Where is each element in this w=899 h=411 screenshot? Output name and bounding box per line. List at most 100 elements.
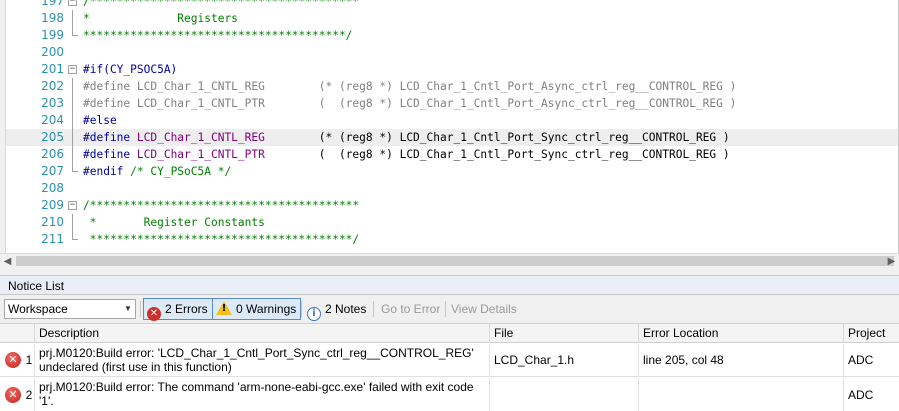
notes-filter-button[interactable]: i 2 Notes [303, 298, 371, 321]
error-icon: ✕ [5, 352, 21, 368]
fold-collapse-icon[interactable]: − [68, 65, 77, 74]
errors-filter-button[interactable]: ✕ 2 Errors [143, 298, 213, 321]
code-line[interactable]: 199 *************************************… [6, 27, 898, 44]
line-number: 205 [41, 130, 64, 144]
warnings-filter-label: 0 Warnings [236, 302, 297, 316]
error-icon: ✕ [5, 387, 21, 403]
project-cell[interactable]: ADC [843, 344, 899, 376]
code-text: ***************************************/ [83, 231, 359, 248]
scroll-left-icon[interactable]: ◀ [0, 254, 15, 269]
warning-icon: ! [216, 301, 232, 315]
file-cell[interactable] [489, 378, 638, 411]
code-token: /***************************************… [83, 199, 360, 212]
table-row[interactable]: ✕ 2 prj.M0120:Build error: The command '… [0, 378, 899, 411]
line-number: 197 [41, 0, 64, 8]
fold-end-guide [72, 27, 78, 36]
code-token: #define LCD_Char_1_CNTL_REG (* (reg8 *) … [83, 80, 737, 93]
file-cell[interactable]: LCD_Char_1.h [489, 344, 638, 376]
dropdown-arrow-icon[interactable]: ▼ [121, 300, 135, 318]
code-editor[interactable]: 197−/***********************************… [0, 0, 899, 253]
line-number: 202 [41, 79, 64, 93]
code-token: /* CY_PSoC5A */ [130, 165, 232, 178]
code-text: #endif /* CY_PSoC5A */ [83, 163, 231, 180]
warnings-filter-button[interactable]: ! 0 Warnings [212, 298, 302, 320]
code-line[interactable]: 209−/***********************************… [6, 197, 898, 214]
description-cell[interactable]: prj.M0120:Build error: 'LCD_Char_1_Cntl_… [34, 344, 489, 376]
code-text: #define LCD_Char_1_CNTL_PTR ( (reg8 *) L… [83, 146, 730, 163]
line-number: 201 [41, 62, 64, 76]
fold-collapse-icon[interactable]: − [68, 201, 77, 210]
code-line[interactable]: 201− #if(CY_PSOC5A) [6, 61, 898, 78]
column-header-description[interactable]: Description [34, 324, 489, 343]
scrollbar-thumb[interactable] [16, 256, 894, 266]
line-number: 210 [41, 215, 64, 229]
notice-table: Description File Error Location Project … [0, 323, 899, 411]
code-line[interactable]: 204 #else [6, 112, 898, 129]
line-number: 211 [41, 232, 64, 246]
code-token: #else [83, 114, 117, 127]
code-line[interactable]: 206 #define LCD_Char_1_CNTL_PTR ( (reg8 *… [6, 146, 898, 163]
code-token: #define LCD_Char_1_CNTL_PTR ( (reg8 *) L… [83, 97, 737, 110]
project-cell[interactable]: ADC [843, 378, 899, 411]
code-token: LCD_Char_1_CNTL_REG [136, 131, 265, 144]
code-line[interactable]: 205 #define LCD_Char_1_CNTL_REG (* (reg8 … [6, 129, 898, 146]
location-cell[interactable] [638, 378, 843, 411]
table-row[interactable]: ✕ 1 prj.M0120:Build error: 'LCD_Char_1_C… [0, 344, 899, 377]
column-header-project[interactable]: Project [843, 324, 899, 343]
code-text: #else [83, 112, 117, 129]
file-text: LCD_Char_1.h [494, 353, 575, 367]
error-icon: ✕ [147, 307, 161, 321]
code-line[interactable]: 207 #endif /* CY_PSoC5A */ [6, 163, 898, 180]
toolbar-separator [301, 301, 302, 317]
code-token: LCD_Char_1_CNTL_PTR [136, 148, 265, 161]
errors-filter-label: 2 Errors [165, 302, 208, 316]
code-line[interactable]: 211 ************************************… [6, 231, 898, 248]
scroll-right-icon[interactable]: ▶ [884, 254, 899, 269]
row-number: 1 [25, 353, 33, 367]
fold-guide [72, 146, 73, 163]
code-token: ***************************************/ [83, 233, 360, 246]
code-text: * Registers [83, 10, 238, 27]
project-text: ADC [848, 388, 874, 402]
code-token: #if(CY_PSOC5A) [83, 63, 178, 76]
line-number: 204 [41, 113, 64, 127]
code-line[interactable]: 198 * Registers [6, 10, 898, 27]
code-line[interactable]: 203 #define LCD_Char_1_CNTL_PTR ( (reg8 *… [6, 95, 898, 112]
view-details-button[interactable]: View Details [447, 298, 522, 320]
code-text: /***************************************… [83, 197, 359, 214]
horizontal-scrollbar[interactable]: ◀ ▶ [0, 253, 899, 268]
notice-toolbar: Workspace ▼ ✕ 2 Errors ! 0 Warnings i 2 Not… [0, 297, 899, 321]
code-line[interactable]: 200 [6, 44, 898, 61]
fold-guide [72, 112, 73, 129]
go-to-error-button[interactable]: Go to Error [377, 298, 445, 320]
code-lines[interactable]: 197−/***********************************… [6, 0, 898, 248]
fold-collapse-icon[interactable]: − [68, 0, 77, 6]
toolbar-separator [373, 301, 374, 317]
line-number: 199 [41, 28, 64, 42]
code-line[interactable]: 210 * Register Constants [6, 214, 898, 231]
line-number: 203 [41, 96, 64, 110]
line-number: 198 [41, 11, 64, 25]
workspace-select[interactable]: Workspace ▼ [4, 299, 136, 319]
fold-guide [72, 129, 73, 146]
fold-end-guide [72, 231, 78, 240]
column-header-error-location[interactable]: Error Location [638, 324, 843, 343]
location-cell[interactable]: line 205, col 48 [638, 344, 843, 376]
notes-filter-label: 2 Notes [325, 302, 367, 316]
code-token: #define [83, 131, 137, 144]
code-token: /***************************************… [83, 0, 360, 8]
location-text: line 205, col 48 [643, 353, 724, 367]
column-header-file[interactable]: File [489, 324, 638, 343]
code-line[interactable]: 202 #define LCD_Char_1_CNTL_REG (* (reg8 … [6, 78, 898, 95]
code-text: /***************************************… [83, 0, 359, 10]
toolbar-separator [140, 301, 141, 317]
fold-guide [72, 95, 73, 112]
description-text: prj.M0120:Build error: The command 'arm-… [39, 380, 474, 408]
line-number: 208 [41, 181, 64, 195]
code-token: * Register Constants [83, 216, 265, 229]
code-line[interactable]: 208 [6, 180, 898, 197]
code-token: ***************************************/ [83, 29, 353, 42]
code-line[interactable]: 197−/***********************************… [6, 0, 898, 10]
workspace-select-value: Workspace [8, 302, 68, 316]
description-cell[interactable]: prj.M0120:Build error: The command 'arm-… [34, 378, 489, 411]
